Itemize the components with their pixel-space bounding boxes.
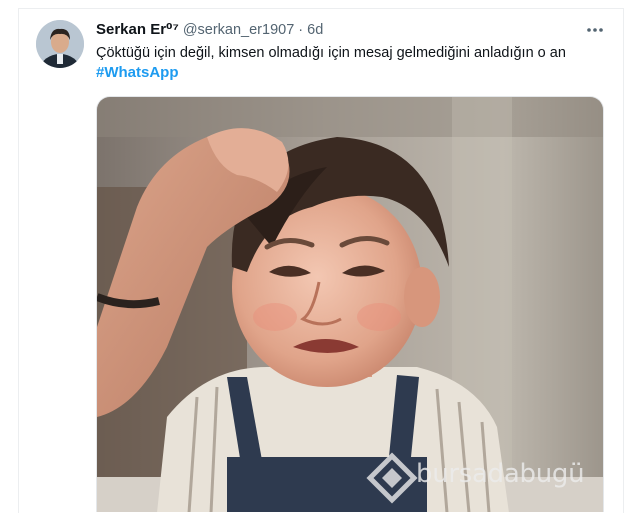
avatar-image	[36, 20, 84, 68]
tweet-header: Serkan Er⁰⁷ @serkan_er1907 · 6d	[96, 20, 576, 40]
watermark-text: bursadabugü	[416, 459, 585, 489]
watermark-diamond-icon	[366, 452, 418, 504]
photo-crying-child	[97, 97, 603, 512]
more-horizontal-icon	[587, 28, 603, 32]
display-name[interactable]: Serkan Er⁰⁷	[96, 21, 179, 38]
more-options-button[interactable]	[582, 20, 608, 40]
separator-dot: ·	[298, 22, 304, 38]
hashtag-link[interactable]: #WhatsApp	[96, 63, 179, 83]
tweet-text: Çöktüğü için değil, kimsen olmadığı için…	[96, 45, 566, 61]
avatar[interactable]	[36, 20, 84, 68]
timestamp[interactable]: 6d	[307, 22, 323, 38]
tweet-photo[interactable]	[96, 96, 604, 512]
user-handle[interactable]: @serkan_er1907	[183, 22, 294, 38]
